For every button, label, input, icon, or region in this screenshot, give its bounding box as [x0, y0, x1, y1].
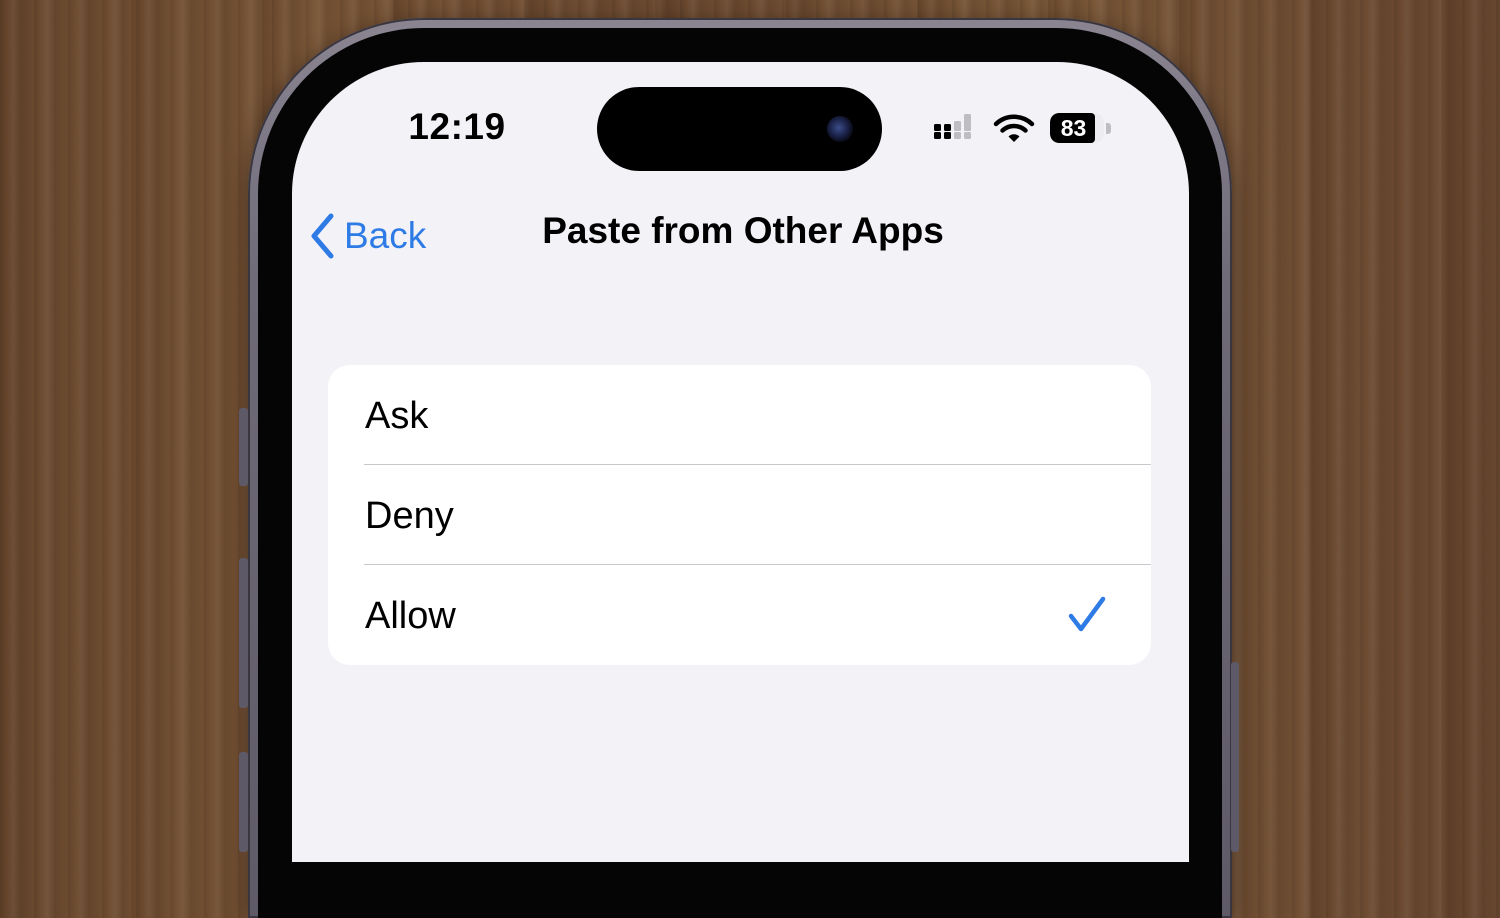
option-ask-label: Ask	[365, 395, 429, 437]
cellular-signal-icon	[934, 114, 971, 139]
option-allow[interactable]: Allow	[328, 565, 1151, 665]
option-ask[interactable]: Ask	[328, 365, 1151, 465]
dynamic-island	[597, 87, 882, 171]
option-deny-label: Deny	[365, 495, 454, 537]
volume-down-button	[239, 752, 248, 852]
battery-icon: 83	[1050, 113, 1112, 145]
battery-cap	[1106, 123, 1111, 134]
battery-body: 83	[1050, 113, 1104, 143]
navigation-bar: Back Paste from Other Apps	[292, 202, 1189, 272]
power-button	[1231, 662, 1239, 852]
action-button	[239, 408, 248, 486]
wifi-icon	[993, 114, 1035, 142]
status-time: 12:19	[408, 106, 506, 147]
paste-permission-list: Ask Deny Allow	[328, 365, 1151, 665]
checkmark-icon	[1068, 596, 1106, 632]
option-deny[interactable]: Deny	[328, 465, 1151, 565]
page-title: Paste from Other Apps	[542, 210, 944, 251]
battery-level: 83	[1060, 115, 1087, 141]
volume-up-button	[239, 558, 248, 708]
phone-screen: 12:19 83 Back Paste from Other Apps Ask …	[292, 62, 1189, 862]
camera-lens	[827, 116, 853, 142]
option-allow-label: Allow	[365, 595, 456, 637]
